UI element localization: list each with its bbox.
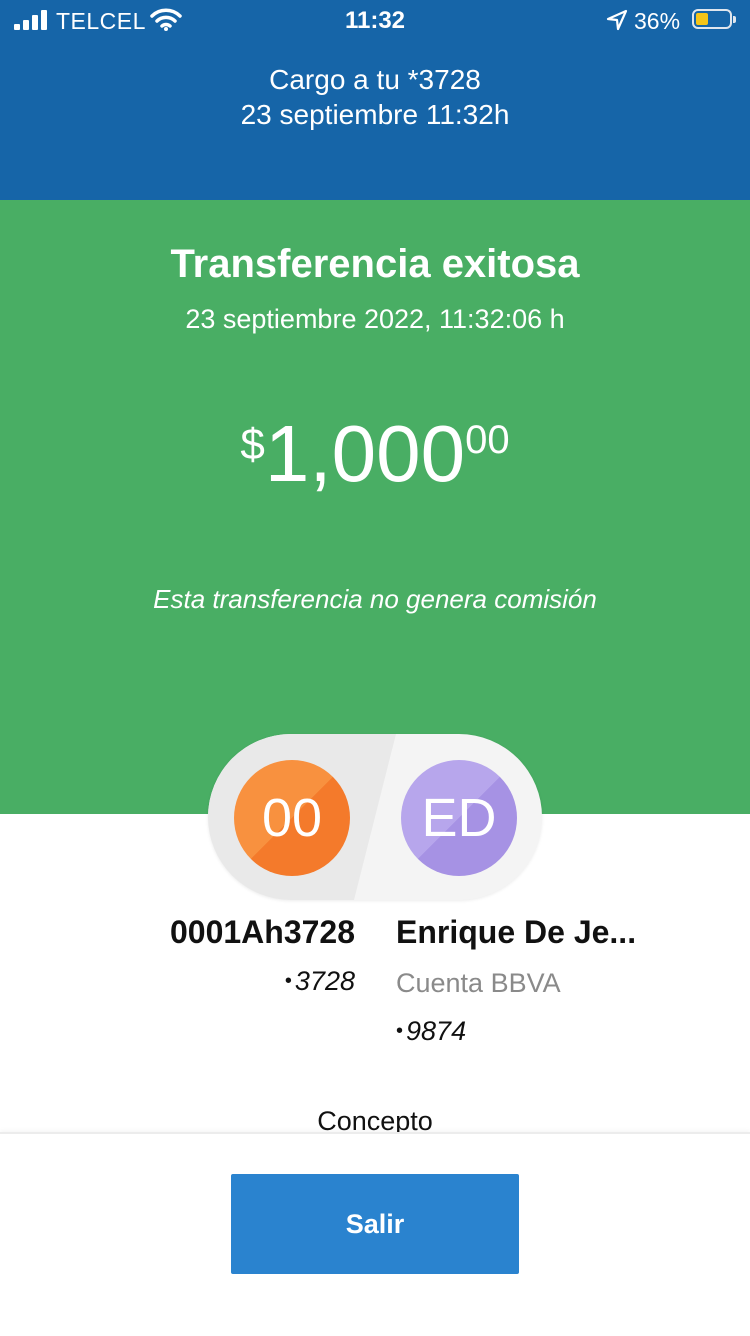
destination-bank: Cuenta BBVA: [396, 968, 561, 998]
success-date: 23 septiembre 2022, 11:32:06 h: [185, 304, 565, 334]
origin-avatar: 00: [234, 760, 350, 876]
origin-account-name: 0001Ah3728: [169, 914, 355, 950]
bullet-icon: •: [284, 970, 292, 992]
header: TELCEL 11:32 36% Cargo a tu *3728 23 sep…: [0, 0, 750, 200]
battery-icon: [692, 9, 736, 29]
destination-name: Enrique De Je...: [396, 914, 637, 950]
charge-account-line: Cargo a tu *3728: [0, 64, 750, 96]
charge-datetime: 23 septiembre 11:32h: [240, 99, 510, 130]
bottom-action-bar: Salir: [0, 1132, 750, 1336]
status-bar: TELCEL 11:32 36%: [0, 0, 750, 40]
amount-integer: 1,000: [264, 409, 466, 498]
destination-avatar: ED: [401, 760, 517, 876]
success-title: Transferencia exitosa: [170, 242, 580, 286]
destination-account-number: • 9874: [396, 1016, 466, 1047]
location-arrow-icon: [606, 9, 628, 37]
bullet-icon: •: [396, 1020, 404, 1042]
battery-percent: 36%: [634, 8, 681, 34]
charge-account-text: Cargo a tu *3728: [269, 64, 481, 95]
success-panel: Transferencia exitosa 23 septiembre 2022…: [0, 200, 750, 814]
transfer-amount: $1,00000: [0, 408, 750, 500]
origin-account-digits: 3728: [294, 966, 355, 996]
amount-decimals: 00: [465, 418, 510, 462]
origin-account-number: • 3728: [200, 966, 355, 997]
transfer-parties-pill: 00 ED: [208, 734, 542, 900]
amount-currency: $: [240, 420, 265, 469]
concept-label: Concepto: [317, 1106, 433, 1134]
destination-account-digits: 9874: [406, 1016, 467, 1046]
exit-button[interactable]: Salir: [231, 1174, 519, 1274]
commission-note: Esta transferencia no genera comisión: [153, 584, 597, 614]
